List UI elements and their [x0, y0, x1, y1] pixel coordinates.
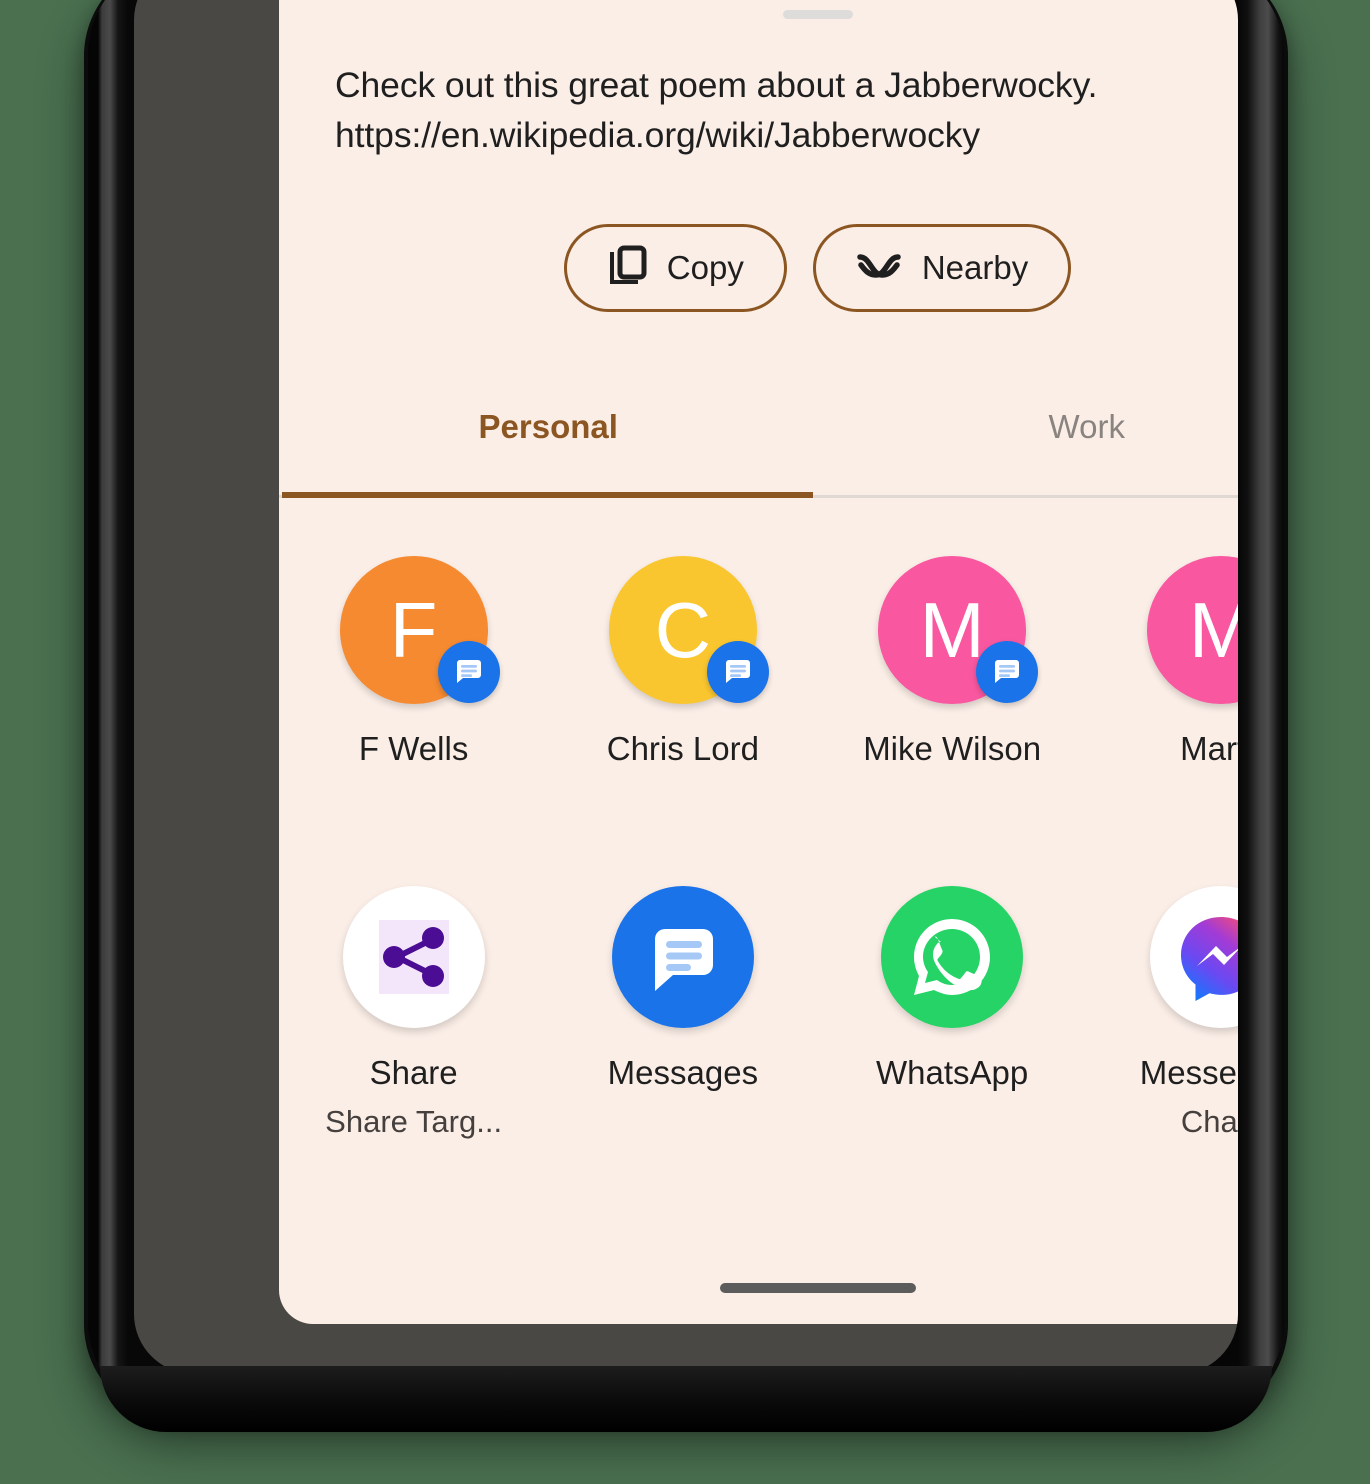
contact-name: Mike Wilson — [863, 730, 1042, 767]
avatar-initial: M — [919, 585, 985, 674]
app-target[interactable]: Messages — [548, 886, 817, 1140]
avatar-wrap: M — [878, 556, 1039, 704]
app-sublabel: Share Targ... — [325, 1104, 503, 1139]
avatar-wrap: M — [1147, 556, 1238, 704]
nearby-button[interactable]: Nearby — [812, 224, 1072, 312]
avatar: M — [1147, 556, 1238, 704]
whatsapp-icon — [881, 886, 1024, 1028]
nearby-button-label: Nearby — [921, 249, 1029, 286]
contact-name: F Wells — [358, 730, 469, 767]
messenger-icon — [1150, 886, 1238, 1028]
copy-icon — [607, 245, 647, 292]
home-indicator[interactable] — [719, 1283, 916, 1293]
contact-target-grid: F F Wells C Chris Lord M Mike Wilson M M… — [279, 556, 1238, 768]
copy-button-label: Copy — [666, 249, 744, 286]
app-name: WhatsApp — [876, 1054, 1029, 1091]
contact-name: Chris Lord — [606, 730, 759, 767]
tab-work[interactable]: Work — [818, 408, 1239, 498]
nearby-share-icon — [856, 249, 902, 288]
share-sheet: Check out this great poem about a Jabber… — [279, 0, 1238, 1324]
contact-target[interactable]: F F Wells — [279, 556, 548, 768]
app-icon-wrap — [611, 886, 754, 1028]
contact-name: Marty — [1180, 730, 1238, 767]
app-name: Share — [369, 1054, 458, 1091]
app-icon-wrap — [881, 886, 1024, 1028]
contact-target[interactable]: M Mike Wilson — [818, 556, 1087, 768]
avatar-initial: F — [389, 585, 438, 674]
avatar-initial: C — [654, 585, 712, 674]
tab-personal-label: Personal — [478, 408, 618, 445]
messages-icon — [437, 641, 500, 703]
app-target-grid: Share Share Targ... Messages WhatsApp Me… — [279, 886, 1238, 1140]
app-name: Messenger — [1139, 1054, 1238, 1091]
tab-work-label: Work — [1048, 408, 1125, 445]
app-target[interactable]: Messenger Chats — [1087, 886, 1238, 1140]
tab-personal[interactable]: Personal — [279, 408, 818, 498]
messages-icon — [976, 641, 1039, 703]
phone-screen: Check out this great poem about a Jabber… — [134, 0, 1238, 1374]
share-icon — [342, 886, 485, 1028]
avatar-wrap: C — [608, 556, 769, 704]
app-icon-wrap — [1150, 886, 1238, 1028]
avatar-wrap: F — [339, 556, 500, 704]
app-icon-wrap — [342, 886, 485, 1028]
tab-active-indicator — [282, 492, 813, 498]
contact-target[interactable]: M Marty — [1087, 556, 1238, 768]
app-target[interactable]: Share Share Targ... — [279, 886, 548, 1140]
messages-icon — [706, 641, 769, 703]
messages-icon — [611, 886, 754, 1028]
avatar-initial: M — [1188, 585, 1238, 674]
drag-handle[interactable] — [782, 10, 853, 19]
app-name: Messages — [607, 1054, 759, 1091]
app-sublabel: Chats — [1180, 1104, 1238, 1139]
preview-line-1: Check out this great poem about a Jabber… — [335, 65, 1098, 105]
share-preview-text: Check out this great poem about a Jabber… — [335, 60, 1238, 160]
app-target[interactable]: WhatsApp — [818, 886, 1087, 1140]
tab-bar: Personal Work — [279, 408, 1238, 498]
preview-line-2: https://en.wikipedia.org/wiki/Jabberwock… — [335, 115, 981, 155]
action-chip-row: Copy Nearby — [279, 224, 1238, 312]
copy-button[interactable]: Copy — [563, 224, 787, 312]
contact-target[interactable]: C Chris Lord — [548, 556, 817, 768]
